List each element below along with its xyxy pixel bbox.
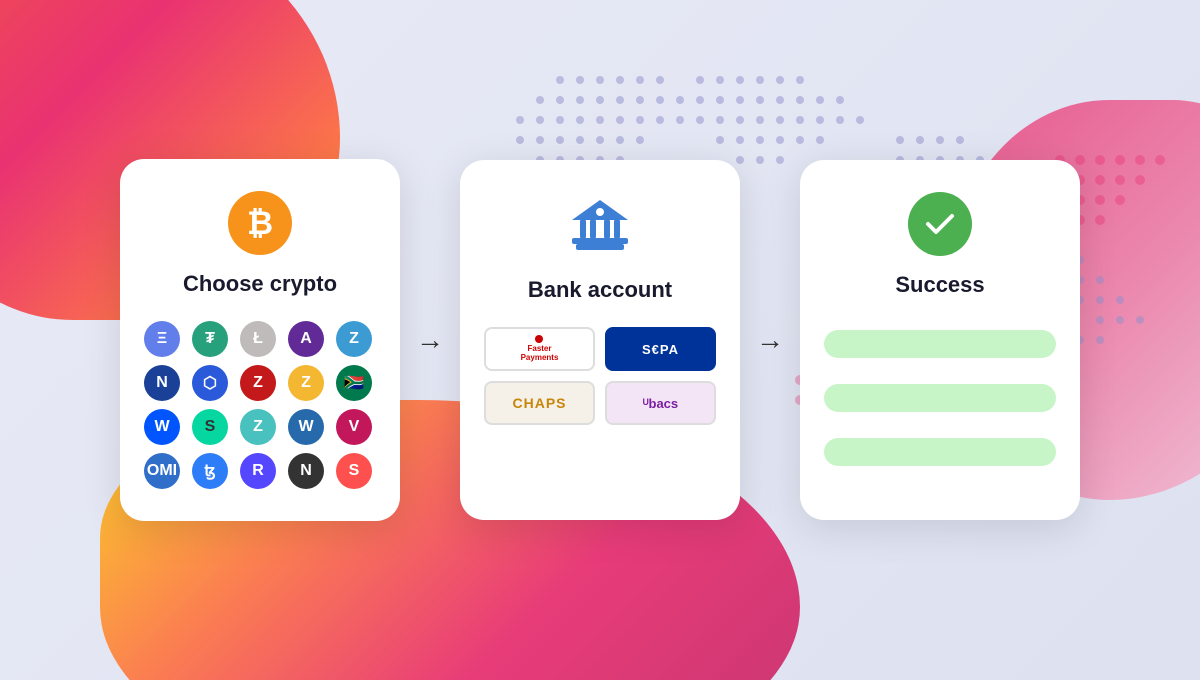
success-card: Success — [800, 160, 1080, 520]
crypto-vechain[interactable]: V — [336, 409, 372, 445]
steps-wrapper: ₿ Choose crypto Ξ ₮ Ł A Z N ⬡ Z Z 🇿🇦 W S… — [120, 159, 1080, 521]
crypto-tezos[interactable]: ꜩ — [192, 453, 228, 489]
crypto-litecoin[interactable]: Ł — [240, 321, 276, 357]
arrow-2: → — [756, 324, 784, 356]
choose-crypto-card: ₿ Choose crypto Ξ ₮ Ł A Z N ⬡ Z Z 🇿🇦 W S… — [120, 159, 400, 521]
crypto-ethereum[interactable]: Ξ — [144, 321, 180, 357]
success-bar-2 — [824, 384, 1056, 412]
crypto-horizen[interactable]: Z — [336, 321, 372, 357]
success-check-icon — [908, 192, 972, 256]
crypto-nexo[interactable]: N — [144, 365, 180, 401]
crypto-ren[interactable]: R — [240, 453, 276, 489]
crypto-zcoin[interactable]: Z — [240, 365, 276, 401]
crypto-rand[interactable]: 🇿🇦 — [336, 365, 372, 401]
crypto-stacks[interactable]: S — [336, 453, 372, 489]
chaps-badge[interactable]: CHAPS — [484, 381, 595, 425]
main-content: ₿ Choose crypto Ξ ₮ Ł A Z N ⬡ Z Z 🇿🇦 W S… — [0, 0, 1200, 680]
crypto-grid: Ξ ₮ Ł A Z N ⬡ Z Z 🇿🇦 W S Z W V OMI ꜩ — [144, 321, 376, 489]
success-title: Success — [895, 272, 984, 298]
success-bars — [824, 322, 1056, 486]
bank-icon — [568, 192, 632, 261]
crypto-waves[interactable]: W — [144, 409, 180, 445]
success-bar-3 — [824, 438, 1056, 466]
arrow-1: → — [416, 324, 444, 356]
choose-crypto-title: Choose crypto — [183, 271, 337, 297]
crypto-zcash[interactable]: Z — [288, 365, 324, 401]
crypto-tether[interactable]: ₮ — [192, 321, 228, 357]
crypto-ecomi[interactable]: OMI — [144, 453, 180, 489]
crypto-nuls[interactable]: N — [288, 453, 324, 489]
crypto-augur[interactable]: A — [288, 321, 324, 357]
bank-account-title: Bank account — [528, 277, 672, 303]
crypto-wanchain[interactable]: W — [288, 409, 324, 445]
bitcoin-icon: ₿ — [228, 191, 292, 255]
crypto-zilliqa[interactable]: Z — [240, 409, 276, 445]
bacs-badge[interactable]: ᵁbacs — [605, 381, 716, 425]
payment-grid: FasterPayments S€PA CHAPS ᵁbacs — [484, 327, 716, 425]
crypto-chainlink[interactable]: ⬡ — [192, 365, 228, 401]
faster-payments-badge[interactable]: FasterPayments — [484, 327, 595, 371]
bank-account-card: Bank account FasterPayments S€PA CHAPS — [460, 160, 740, 520]
success-bar-1 — [824, 330, 1056, 358]
sepa-badge[interactable]: S€PA — [605, 327, 716, 371]
crypto-steem[interactable]: S — [192, 409, 228, 445]
